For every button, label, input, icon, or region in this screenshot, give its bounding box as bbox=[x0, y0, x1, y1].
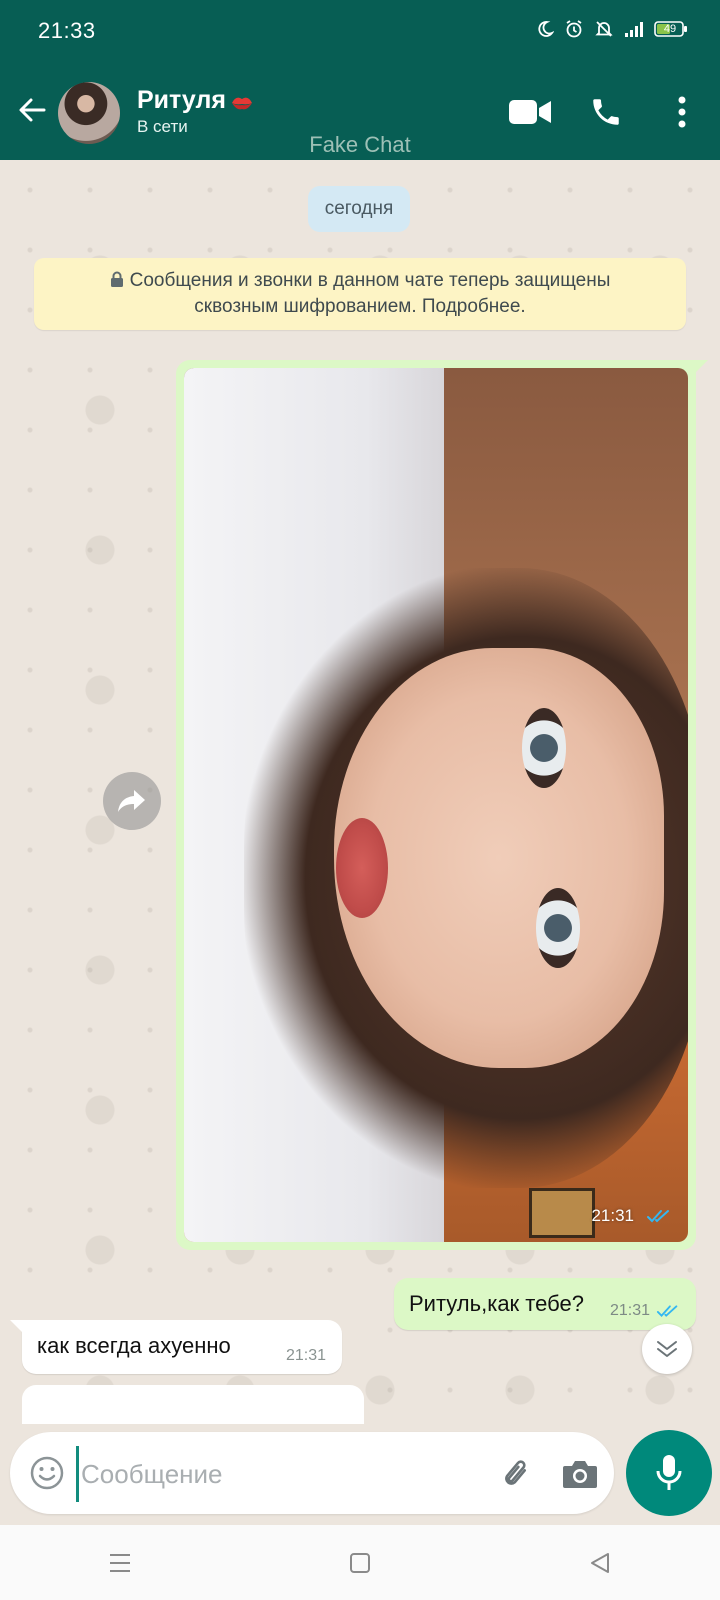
read-ticks-icon bbox=[647, 1210, 669, 1223]
incoming-text-message[interactable]: как всегда ахуенно 21:31 bbox=[10, 1320, 342, 1374]
kiss-icon bbox=[230, 91, 254, 111]
read-ticks-icon bbox=[656, 1305, 678, 1317]
message-time: 21:31 bbox=[285, 1347, 326, 1364]
encryption-notice-text: Сообщения и звонки в данном чате теперь … bbox=[129, 270, 611, 317]
phone-icon bbox=[593, 99, 619, 125]
message-time: 21:31 bbox=[609, 1302, 650, 1319]
emoji-button[interactable] bbox=[28, 1454, 66, 1492]
outgoing-text-message[interactable]: Ритуль,как тебе? 21:31 bbox=[394, 1278, 696, 1330]
outgoing-image-message[interactable]: 21:31 bbox=[176, 360, 708, 1250]
voice-call-button[interactable] bbox=[580, 86, 632, 138]
home-square-icon bbox=[350, 1552, 370, 1573]
scroll-to-bottom-button[interactable] bbox=[642, 1324, 692, 1374]
attach-button[interactable] bbox=[496, 1452, 540, 1496]
message-composer bbox=[10, 1432, 614, 1514]
shared-photo[interactable]: 21:31 bbox=[184, 368, 688, 1242]
bubble-tail bbox=[10, 1320, 24, 1334]
message-text: как всегда ахуенно bbox=[37, 1333, 231, 1358]
chat-area[interactable]: сегодня Сообщения и звонки в данном чате… bbox=[0, 160, 720, 1424]
paperclip-icon bbox=[505, 1460, 527, 1485]
encryption-notice[interactable]: Сообщения и звонки в данном чате теперь … bbox=[34, 258, 686, 330]
video-call-button[interactable] bbox=[504, 86, 556, 138]
message-time: 21:31 bbox=[591, 1206, 634, 1225]
message-text: Ритуль,как тебе? bbox=[409, 1291, 584, 1316]
date-chip: сегодня bbox=[308, 186, 410, 232]
system-back-button[interactable] bbox=[570, 1533, 630, 1593]
status-time: 21:33 bbox=[38, 18, 96, 43]
mic-icon bbox=[656, 1455, 682, 1490]
recents-button[interactable] bbox=[90, 1533, 150, 1593]
status-bar: 21:33 49 bbox=[0, 0, 720, 66]
back-button[interactable] bbox=[10, 88, 54, 132]
home-button[interactable] bbox=[330, 1533, 390, 1593]
image-message-meta: 21:31 bbox=[591, 1206, 674, 1226]
bubble-tail bbox=[694, 360, 708, 374]
contact-name[interactable]: Ритуля bbox=[137, 86, 254, 115]
voice-record-button[interactable] bbox=[626, 1430, 712, 1516]
contact-name-text: Ритуля bbox=[137, 86, 226, 114]
back-arrow-icon bbox=[19, 98, 46, 122]
message-meta: 21:31 bbox=[610, 1302, 682, 1320]
menu-lines-icon bbox=[110, 1553, 130, 1572]
double-chevron-down-icon bbox=[657, 1341, 677, 1357]
battery-icon: 49 bbox=[654, 20, 688, 38]
camera-button[interactable] bbox=[558, 1452, 602, 1496]
status-icons: 49 bbox=[536, 19, 688, 39]
more-vert-icon bbox=[678, 96, 686, 128]
message-input[interactable] bbox=[76, 1446, 483, 1502]
battery-level: 49 bbox=[663, 23, 677, 35]
camera-icon bbox=[563, 1461, 597, 1488]
mute-bell-icon bbox=[594, 19, 614, 39]
encryption-notice-body: Сообщения и звонки в данном чате теперь … bbox=[80, 268, 640, 320]
lock-icon bbox=[110, 271, 123, 287]
moon-icon bbox=[536, 20, 554, 38]
fake-chat-watermark: Fake Chat bbox=[309, 132, 411, 157]
emoji-icon bbox=[30, 1456, 64, 1490]
system-navigation-bar bbox=[0, 1525, 720, 1600]
incoming-message-partial[interactable] bbox=[22, 1385, 364, 1424]
back-triangle-icon bbox=[591, 1552, 609, 1573]
signal-icon bbox=[624, 21, 644, 37]
video-call-icon bbox=[509, 100, 551, 124]
more-options-button[interactable] bbox=[656, 86, 708, 138]
forward-icon bbox=[118, 790, 145, 812]
forward-button[interactable] bbox=[103, 772, 161, 830]
alarm-icon bbox=[564, 19, 584, 39]
